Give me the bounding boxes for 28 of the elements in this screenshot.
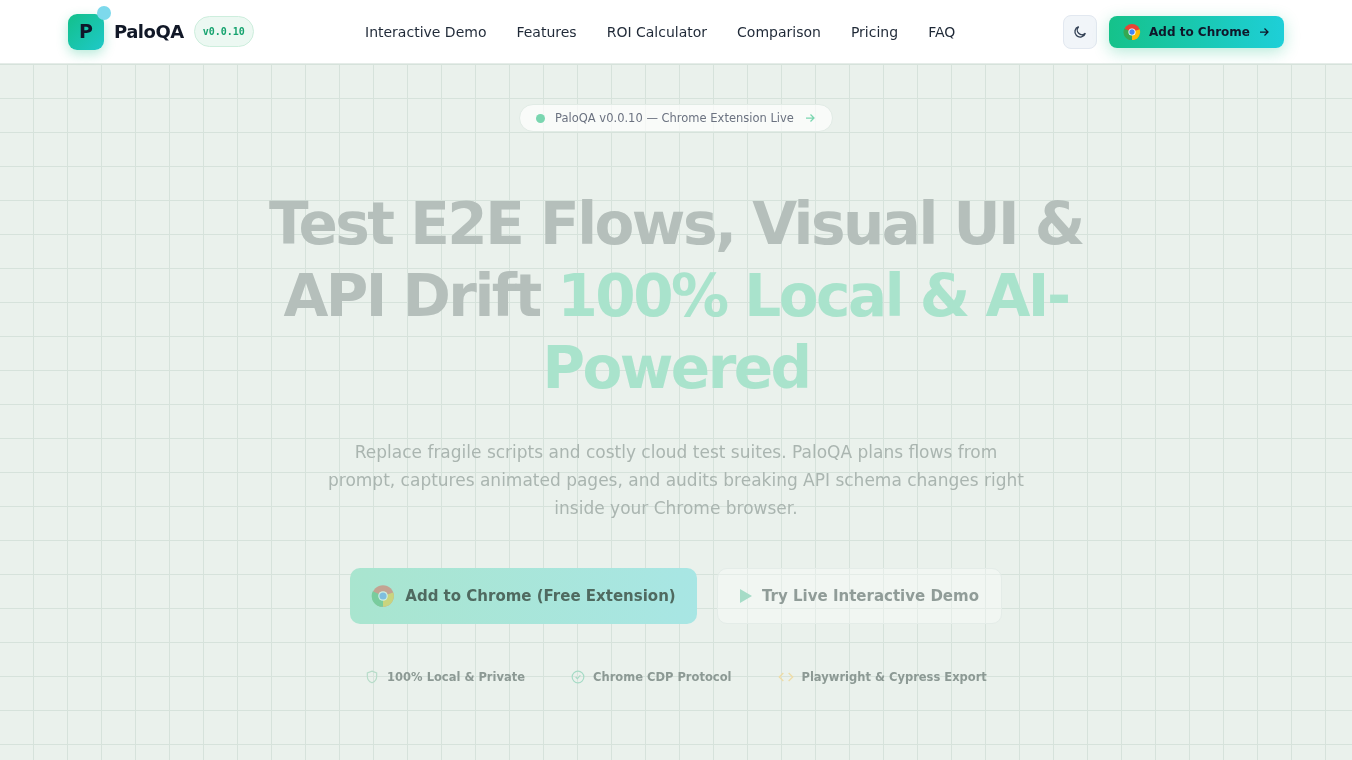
arrow-right-icon xyxy=(803,112,816,124)
nav-link[interactable]: FAQ xyxy=(928,23,956,40)
brand-name: PaloQA xyxy=(114,21,184,42)
feature-label: Playwright & Cypress Export xyxy=(801,670,987,684)
code-icon xyxy=(777,670,794,684)
moon-icon xyxy=(1072,23,1089,40)
announcement-pill[interactable]: PaloQA v0.0.10 — Chrome Extension Live xyxy=(519,104,833,132)
nav-link[interactable]: Features xyxy=(516,23,577,40)
add-to-chrome-button[interactable]: Add to Chrome xyxy=(1109,15,1284,48)
nav-link[interactable]: Interactive Demo xyxy=(365,23,487,40)
chrome-icon xyxy=(1123,22,1142,41)
theme-toggle-button[interactable] xyxy=(1063,14,1098,49)
subtitle: Replace fragile scripts and costly cloud test suites. PaloQA plans flows from prompt, captures animated pages, and audits breaking API schema changes right inside your Chrome browser. xyxy=(327,441,1025,520)
check-circle-icon xyxy=(571,670,586,684)
add-to-chrome-button[interactable]: Add to Chrome (Free Extension) xyxy=(350,568,697,624)
arrow-right-icon xyxy=(1258,25,1270,38)
logo[interactable]: P xyxy=(68,13,104,50)
nav-link[interactable]: ROI Calculator xyxy=(606,23,708,40)
chrome-icon xyxy=(371,584,396,608)
feature-label: Chrome CDP Protocol xyxy=(593,670,732,684)
play-icon xyxy=(740,589,753,603)
nav-link[interactable]: Comparison xyxy=(737,23,821,40)
nav-link[interactable]: Pricing xyxy=(850,23,899,40)
logo-dot-icon xyxy=(97,5,111,20)
shield-icon xyxy=(365,670,380,684)
version-badge: v0.0.10 xyxy=(193,16,254,47)
feature-label: 100% Local & Private xyxy=(387,670,526,684)
status-dot-icon xyxy=(536,113,546,123)
